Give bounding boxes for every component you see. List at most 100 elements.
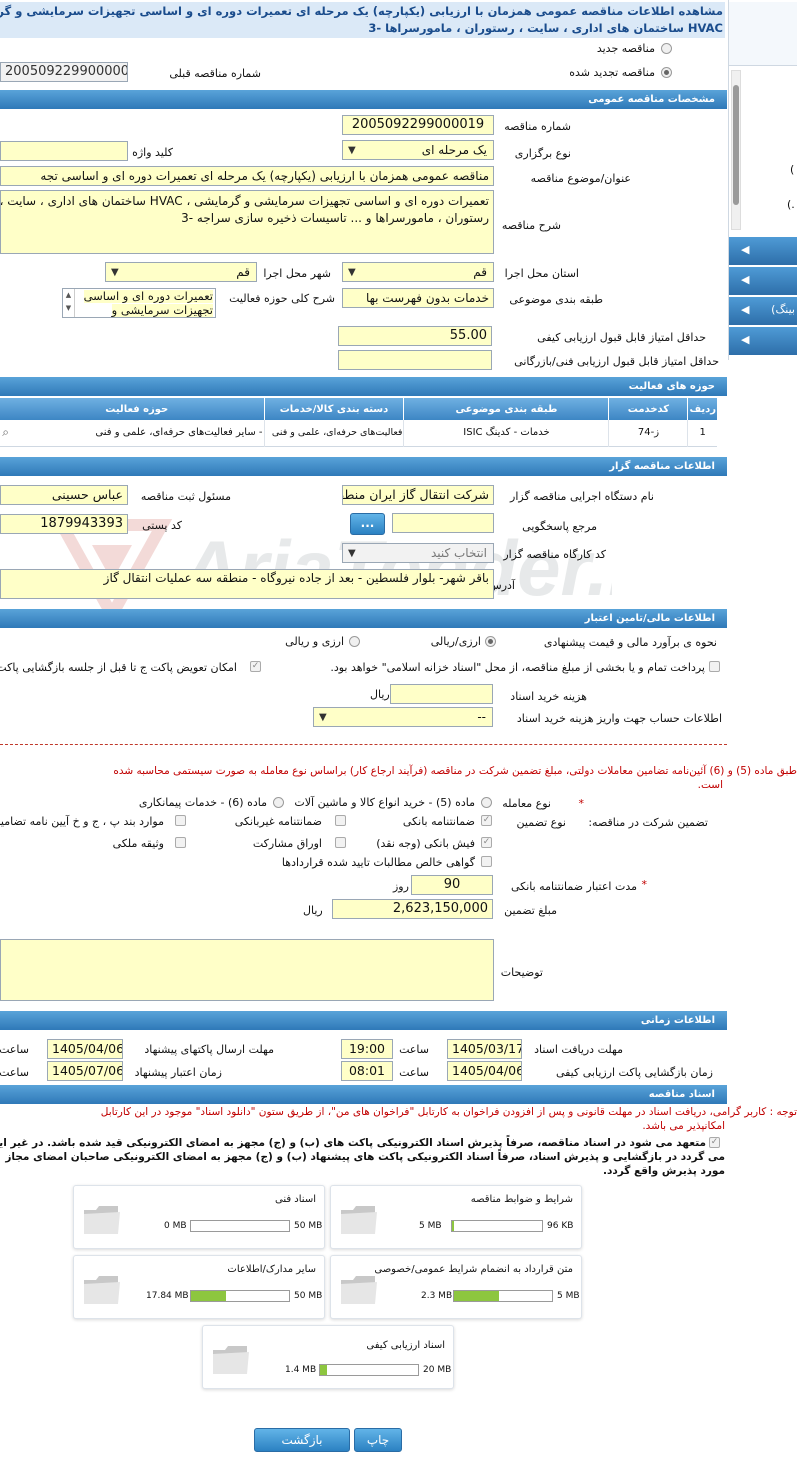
- send-deadline-time-label: ساعت: [0, 1043, 29, 1056]
- validity-time-label: ساعت: [0, 1066, 29, 1079]
- registrar-field[interactable]: عباس حسینی: [0, 485, 128, 505]
- side-menu-item-1[interactable]: ◀: [729, 237, 797, 265]
- prev-number-field[interactable]: 2005092299000006: [0, 62, 128, 82]
- deal-article6-label: ماده (6) - خدمات پیمانکاری: [138, 796, 267, 809]
- page-title-line1: مشاهده اطلاعات مناقصه عمومی همزمان با ار…: [0, 4, 723, 18]
- table-row: 1 ز-74 خدمات - کدینگ ISIC فعالیت‌های حرف…: [0, 420, 717, 446]
- workshop-code-select[interactable]: انتخاب کنید ▼: [342, 543, 494, 563]
- min-quality-field[interactable]: 55.00: [338, 326, 492, 346]
- electronic-signature-checkbox[interactable]: ✓: [709, 1137, 720, 1148]
- commitment-line2: می گردد در بازگشایی و پذیرش اسناد، صرفاً…: [5, 1151, 725, 1163]
- doc-cost-label: هزینه خرید اسناد: [510, 690, 587, 703]
- nonbank-guarantee-checkbox[interactable]: [335, 815, 346, 826]
- new-tender-radio[interactable]: [661, 43, 672, 54]
- bonds-checkbox[interactable]: [335, 837, 346, 848]
- page-title: مشاهده اطلاعات مناقصه عمومی همزمان با ار…: [0, 2, 725, 38]
- notes-textarea[interactable]: [0, 939, 494, 1001]
- address-field[interactable]: باقر شهر- بلوار فلسطین - بعد از جاده نیر…: [0, 569, 494, 599]
- description-line1: تعمیرات دوره ای و اساسی تجهیزات سرمایشی …: [0, 194, 489, 208]
- rial-currency-radio[interactable]: [485, 636, 496, 647]
- regulation-items-checkbox[interactable]: [175, 815, 186, 826]
- min-tech-field[interactable]: [338, 350, 492, 370]
- doc-card-min-size: 0 MB: [164, 1221, 187, 1231]
- organizer-name-field[interactable]: شرکت انتقال گاز ایران منطقة: [342, 485, 494, 505]
- side-scrollbar[interactable]: [731, 70, 741, 230]
- doc-card-other[interactable]: سایر مدارک/اطلاعات 50 MB 17.84 MB: [73, 1255, 325, 1319]
- tender-number-field[interactable]: 2005092299000019: [342, 115, 494, 135]
- documents-note-end: امکانپذیر می باشد.: [642, 1120, 725, 1132]
- guarantee-amount-field[interactable]: 2,623,150,000: [332, 899, 493, 919]
- bank-guarantee-checkbox[interactable]: ✓: [481, 815, 492, 826]
- deal-article5-label: ماده (5) - خرید انواع کالا و ماشین آلات: [294, 796, 475, 809]
- doc-card-min-size: 96 KB: [547, 1221, 574, 1231]
- doc-card-progress: [319, 1364, 419, 1376]
- open-time[interactable]: 08:01: [341, 1061, 393, 1081]
- side-scrollbar-thumb[interactable]: [733, 85, 739, 205]
- category-field[interactable]: خدمات بدون فهرست بها: [342, 288, 494, 308]
- receive-deadline-date[interactable]: 1405/03/17: [447, 1039, 522, 1059]
- receive-deadline-time-label: ساعت: [399, 1043, 429, 1056]
- magnifier-icon[interactable]: ⌕: [0, 420, 10, 446]
- subject-field[interactable]: مناقصه عمومی همزمان با ارزیابی (یکپارچه)…: [0, 166, 494, 186]
- section-divider: [0, 744, 727, 745]
- renewed-tender-radio[interactable]: [661, 67, 672, 78]
- side-menu-item-4[interactable]: ◀: [729, 327, 797, 355]
- renewed-tender-label: مناقصه تجدید شده: [569, 66, 655, 79]
- deal-article5-radio[interactable]: [481, 797, 492, 808]
- account-select[interactable]: -- ▼: [313, 707, 493, 727]
- chevron-down-icon: ▼: [348, 548, 356, 559]
- commitment-line3: مورد پذیرش واقع گردد.: [602, 1165, 725, 1177]
- claims-certificate-label: گواهی خالص مطالبات تایید شده قراردادها: [281, 856, 475, 869]
- cash-receipt-checkbox[interactable]: ✓: [481, 837, 492, 848]
- doc-card-progress-fill: [320, 1365, 327, 1375]
- scope-listbox[interactable]: ▲ ▼ تعمیرات دوره ای و اساسی تجهیزات سرمای…: [62, 288, 216, 318]
- cell-category: خدمات - کدینگ ISIC: [403, 420, 609, 446]
- section-general-header: مشخصات مناقصه عمومی: [0, 90, 727, 109]
- doc-card-max-size: 20 MB: [423, 1365, 452, 1375]
- treasury-checkbox[interactable]: [709, 661, 720, 672]
- doc-card-min-size: 1.4 MB: [285, 1365, 317, 1375]
- doc-cost-field[interactable]: [390, 684, 493, 704]
- property-collateral-checkbox[interactable]: [175, 837, 186, 848]
- deal-article6-radio[interactable]: [273, 797, 284, 808]
- doc-card-title: سایر مدارک/اطلاعات: [227, 1264, 316, 1275]
- holding-type-select[interactable]: یک مرحله ای ▼: [342, 140, 494, 160]
- province-select[interactable]: قم ▼: [342, 262, 494, 282]
- cell-service-code: ز-74: [608, 420, 688, 446]
- documents-note: توجه : کاربر گرامی، دریافت اسناد در مهلت…: [100, 1106, 797, 1118]
- print-button[interactable]: چاپ: [354, 1428, 402, 1452]
- validity-date[interactable]: 1405/07/06: [47, 1061, 123, 1081]
- side-menu-item-2[interactable]: ◀: [729, 267, 797, 295]
- keyword-field[interactable]: [0, 141, 128, 161]
- scope-line1: تعمیرات دوره ای و اساسی: [83, 289, 213, 303]
- doc-card-technical[interactable]: اسناد فنی 50 MB 0 MB: [73, 1185, 325, 1249]
- doc-card-conditions[interactable]: شرایط و ضوابط مناقصه 5 MB 96 KB: [330, 1185, 582, 1249]
- claims-certificate-checkbox[interactable]: [481, 856, 492, 867]
- postal-code-field[interactable]: 1879943393: [0, 514, 128, 534]
- scope-scroll-buttons[interactable]: ▲ ▼: [63, 289, 75, 317]
- description-textarea[interactable]: تعمیرات دوره ای و اساسی تجهیزات سرمایشی …: [0, 190, 494, 254]
- property-collateral-label: وثیقه ملکی: [112, 837, 164, 850]
- open-time-time-label: ساعت: [399, 1066, 429, 1079]
- organizer-name-label: نام دستگاه اجرایی مناقصه گزار: [510, 490, 654, 503]
- cash-receipt-label: فیش بانکی (وجه نقد): [376, 837, 475, 850]
- required-star: *: [578, 797, 585, 810]
- open-date[interactable]: 1405/04/06: [447, 1061, 522, 1081]
- doc-card-contract[interactable]: متن قرارداد به انضمام شرایط عمومی/خصوصی …: [330, 1255, 582, 1319]
- page-title-line2: HVAC ساختمان های اداری ، سایت ، رستوران …: [368, 21, 723, 35]
- side-menu-item-3[interactable]: ◀ بینگ): [729, 297, 797, 325]
- city-select[interactable]: قم ▼: [105, 262, 257, 282]
- guarantee-type-label: نوع تضمین: [516, 816, 566, 829]
- folder-icon: [213, 1346, 249, 1374]
- browse-button[interactable]: ...: [350, 513, 385, 535]
- back-button[interactable]: بازگشت: [254, 1428, 350, 1452]
- validity-field[interactable]: 90: [411, 875, 493, 895]
- reference-field[interactable]: [392, 513, 494, 533]
- cell-goods-group: فعالیت‌های حرفه‌ای، علمی و فنی: [263, 420, 404, 446]
- send-deadline-date[interactable]: 1405/04/06: [47, 1039, 123, 1059]
- receive-deadline-time[interactable]: 19:00: [341, 1039, 393, 1059]
- currency-and-rial-radio[interactable]: [349, 636, 360, 647]
- envelope-exchange-checkbox[interactable]: ✓: [250, 661, 261, 672]
- folder-icon: [341, 1206, 377, 1234]
- doc-card-quality[interactable]: اسناد ارزیابی کیفی 20 MB 1.4 MB: [202, 1325, 454, 1389]
